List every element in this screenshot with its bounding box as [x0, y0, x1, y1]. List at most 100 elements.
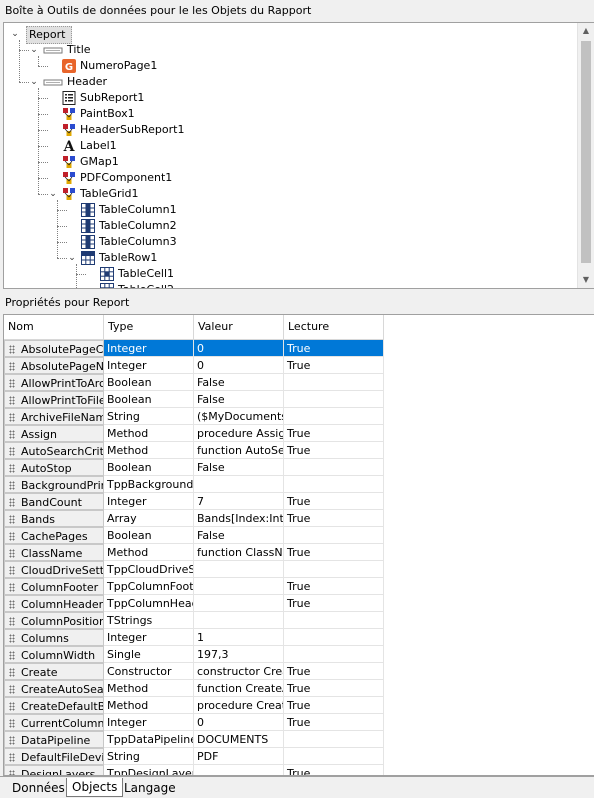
tab-objects[interactable]: Objects	[66, 778, 124, 797]
grid-row[interactable]: AllowPrintToArchive Boolean False	[4, 374, 384, 391]
row-grip-icon[interactable]	[9, 549, 15, 558]
tree-item-tablerow1[interactable]: ⌄ TableRow1	[4, 250, 574, 266]
property-name-cell[interactable]: Bands	[4, 510, 104, 527]
grid-row[interactable]: ColumnFooter TppColumnFooterBand True	[4, 578, 384, 595]
column-header-value[interactable]: Valeur	[194, 315, 284, 339]
property-name-cell[interactable]: DesignLayers	[4, 765, 104, 775]
tree-vertical-scrollbar[interactable]: ▲ ▼	[577, 23, 594, 288]
grid-row[interactable]: AllowPrintToFile Boolean False	[4, 391, 384, 408]
row-grip-icon[interactable]	[9, 464, 15, 473]
grid-row[interactable]: DesignLayers TppDesignLayers True	[4, 765, 384, 775]
column-header-readonly[interactable]: Lecture seulement	[284, 315, 384, 357]
grid-row[interactable]: AbsolutePageCountInteger 0 True	[4, 340, 384, 357]
row-grip-icon[interactable]	[9, 668, 15, 677]
report-tree-view[interactable]: ⌄ Report ⌄ Title G NumeroPage1 ⌄ Header SubRepor…	[3, 22, 594, 289]
row-grip-icon[interactable]	[9, 617, 15, 626]
row-grip-icon[interactable]	[9, 651, 15, 660]
tree-item-pdfcomponent1[interactable]: PDFComponent1	[4, 170, 574, 186]
grid-row[interactable]: BackgroundPrintSettings TppBackgroundPrin…	[4, 476, 384, 493]
grid-vertical-scrollbar[interactable]	[577, 315, 593, 775]
grid-row[interactable]: Create Constructor constructor Create True	[4, 663, 384, 680]
property-name-cell[interactable]: CreateDefaultBands	[4, 697, 104, 714]
grid-row[interactable]: ClassName Method function ClassName True	[4, 544, 384, 561]
row-grip-icon[interactable]	[9, 379, 15, 388]
grid-row[interactable]: CurrentColumn Integer 0 True	[4, 714, 384, 731]
row-grip-icon[interactable]	[9, 685, 15, 694]
grid-row[interactable]: ColumnHeaderTppColumnHeaderBand True	[4, 595, 384, 612]
tree-item-tablegrid1[interactable]: ⌄ TableGrid1	[4, 186, 574, 202]
grid-row[interactable]: CachePages Boolean False	[4, 527, 384, 544]
row-grip-icon[interactable]	[9, 566, 15, 575]
tree-item-report[interactable]: ⌄ Report	[4, 26, 574, 44]
row-grip-icon[interactable]	[9, 753, 15, 762]
property-name-cell[interactable]: AllowPrintToFile	[4, 391, 104, 408]
tree-item-tablecell2[interactable]: TableCell2	[4, 282, 574, 288]
property-name-cell[interactable]: CurrentColumn	[4, 714, 104, 731]
row-grip-icon[interactable]	[9, 719, 15, 728]
property-name-cell[interactable]: AllowPrintToArchive	[4, 374, 104, 391]
tree-item-title[interactable]: ⌄ Title	[4, 42, 574, 58]
grid-row[interactable]: ArchiveFileNameString ($MyDocuments)\Repo…	[4, 408, 384, 425]
property-name-cell[interactable]: AbsolutePageCount	[4, 340, 104, 357]
row-grip-icon[interactable]	[9, 498, 15, 507]
property-name-cell[interactable]: DefaultFileDeviceType	[4, 748, 104, 765]
grid-row[interactable]: ColumnWidth Single 197,3	[4, 646, 384, 663]
tree-item-subreport1[interactable]: SubReport1	[4, 90, 574, 106]
property-name-cell[interactable]: Columns	[4, 629, 104, 646]
grid-row[interactable]: AbsolutePageNo Integer 0 True	[4, 357, 384, 374]
grid-row[interactable]: AutoSearchCriteriaMethod function AutoSea…	[4, 442, 384, 459]
scrollbar-thumb[interactable]	[581, 41, 591, 263]
grid-row[interactable]: ColumnPositions TStrings	[4, 612, 384, 629]
row-grip-icon[interactable]	[9, 362, 15, 371]
property-name-cell[interactable]: Create	[4, 663, 104, 680]
property-name-cell[interactable]: BackgroundPrintSettings	[4, 476, 104, 493]
grid-row[interactable]: CreateAutoSearchFieldMethod function Crea…	[4, 680, 384, 697]
row-grip-icon[interactable]	[9, 430, 15, 439]
tree-item-tablecell1[interactable]: TableCell1	[4, 266, 574, 282]
tree-item-paintbox1[interactable]: PaintBox1	[4, 106, 574, 122]
scroll-down-arrow-icon[interactable]: ▼	[578, 272, 594, 288]
properties-grid[interactable]: Nom Type Valeur Lecture seulement Absolu…	[3, 314, 594, 776]
grid-row[interactable]: DataPipeline TppDataPipeline DOCUMENTS	[4, 731, 384, 748]
grid-row[interactable]: CreateDefaultBands Method procedure Create…	[4, 697, 384, 714]
grid-row[interactable]: Assign Method procedure Assign(Source: TPe…	[4, 425, 384, 442]
property-name-cell[interactable]: ArchiveFileName	[4, 408, 104, 425]
grid-row[interactable]: CloudDriveSettingsTppCloudDriveSettings	[4, 561, 384, 578]
property-name-cell[interactable]: ColumnFooter	[4, 578, 104, 595]
scroll-up-arrow-icon[interactable]: ▲	[578, 23, 594, 39]
row-grip-icon[interactable]	[9, 736, 15, 745]
property-name-cell[interactable]: AbsolutePageNo	[4, 357, 104, 374]
row-grip-icon[interactable]	[9, 702, 15, 711]
tree-item-gmap1[interactable]: GMap1	[4, 154, 574, 170]
tab-langage[interactable]: Langage	[118, 778, 182, 798]
row-grip-icon[interactable]	[9, 396, 15, 405]
tree-item-header[interactable]: ⌄ Header	[4, 74, 574, 90]
row-grip-icon[interactable]	[9, 532, 15, 541]
column-header-name[interactable]: Nom	[4, 315, 104, 339]
row-grip-icon[interactable]	[9, 515, 15, 524]
property-name-cell[interactable]: CloudDriveSettings	[4, 561, 104, 578]
property-name-cell[interactable]: DataPipeline	[4, 731, 104, 748]
row-grip-icon[interactable]	[9, 447, 15, 456]
tab-données[interactable]: Données	[6, 778, 71, 798]
tree-item-headersubreport1[interactable]: HeaderSubReport1	[4, 122, 574, 138]
row-grip-icon[interactable]	[9, 583, 15, 592]
grid-row[interactable]: AutoStop Boolean False	[4, 459, 384, 476]
grid-row[interactable]: Columns Integer 1	[4, 629, 384, 646]
row-grip-icon[interactable]	[9, 345, 15, 354]
property-name-cell[interactable]: BandCount	[4, 493, 104, 510]
tree-item-tablecolumn1[interactable]: TableColumn1	[4, 202, 574, 218]
property-name-cell[interactable]: AutoStop	[4, 459, 104, 476]
row-grip-icon[interactable]	[9, 634, 15, 643]
property-name-cell[interactable]: Assign	[4, 425, 104, 442]
column-header-type[interactable]: Type	[104, 315, 194, 339]
property-name-cell[interactable]: AutoSearchCriteria	[4, 442, 104, 459]
row-grip-icon[interactable]	[9, 413, 15, 422]
grid-row[interactable]: DefaultFileDeviceTypeString PDF	[4, 748, 384, 765]
grid-row[interactable]: Bands Array Bands[Index:Integer]True	[4, 510, 384, 527]
row-grip-icon[interactable]	[9, 600, 15, 609]
tree-item-tablecolumn3[interactable]: TableColumn3	[4, 234, 574, 250]
property-name-cell[interactable]: ColumnWidth	[4, 646, 104, 663]
tree-item-tablecolumn2[interactable]: TableColumn2	[4, 218, 574, 234]
property-name-cell[interactable]: ColumnHeader	[4, 595, 104, 612]
